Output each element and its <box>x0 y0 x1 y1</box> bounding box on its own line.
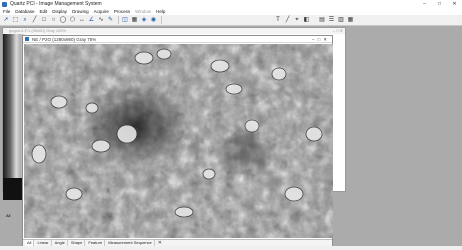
calibrate-icon[interactable]: ◫ <box>121 16 129 24</box>
main-window-titlebar: NE / P2O (1280x960) Gray 75% <box>23 36 332 43</box>
pointer-icon[interactable]: ⌖ <box>293 16 301 24</box>
main-toolbar: ➚ ⬚ ⌕ ╱ □ ○ ◯ ⬠ ↔ ∠ ∿ ✎ ◫ ▦ ◈ ◉ T ╱ ⌖ ◧ … <box>0 15 462 26</box>
select-icon[interactable]: ⬚ <box>12 16 20 24</box>
menu-database[interactable]: Database <box>15 9 34 14</box>
arrow-icon[interactable]: ➚ <box>2 16 10 24</box>
menu-display[interactable]: Display <box>52 9 67 14</box>
close-button[interactable]: ✕ <box>447 0 462 8</box>
menu-window[interactable]: Window <box>135 9 151 14</box>
menu-file[interactable]: File <box>3 9 10 14</box>
toolbar-divider <box>118 16 119 24</box>
window-controls: – □ ✕ <box>417 0 462 8</box>
minimize-button[interactable]: – <box>417 0 432 8</box>
text-icon[interactable]: T <box>274 16 282 24</box>
document-icon <box>25 37 29 41</box>
stats-icon[interactable]: ◈ <box>140 16 148 24</box>
angle-icon[interactable]: ∠ <box>88 16 96 24</box>
background-window-title: gogoro1.P.1 (00x00) Gray 100% <box>3 28 345 34</box>
count-icon[interactable]: ◉ <box>150 16 158 24</box>
rect-icon[interactable]: □ <box>40 16 48 24</box>
menu-acquire[interactable]: Acquire <box>94 9 109 14</box>
app-icon <box>2 1 7 7</box>
ellipse-icon[interactable]: ◯ <box>59 16 67 24</box>
line-icon[interactable]: ╱ <box>31 16 39 24</box>
menu-drawing[interactable]: Drawing <box>72 9 89 14</box>
app-titlebar: Quartz PCI - Image Management System – □… <box>0 0 462 8</box>
status-bar <box>0 246 462 250</box>
menu-bar: File Database Edit Display Drawing Acqui… <box>0 8 462 15</box>
background-tab-all[interactable]: All <box>6 213 10 218</box>
zoom-icon[interactable]: ⌕ <box>21 16 29 24</box>
freehand-icon[interactable]: ∿ <box>97 16 105 24</box>
menu-help[interactable]: Help <box>156 9 165 14</box>
menu-process[interactable]: Process <box>114 9 130 14</box>
panel-icon[interactable]: ◧ <box>303 16 311 24</box>
pen-icon[interactable]: ✎ <box>107 16 115 24</box>
micrograph-texture <box>24 44 333 238</box>
grid2-icon[interactable]: ▦ <box>347 16 355 24</box>
main-window-controls[interactable]: –□✕ <box>312 36 330 43</box>
polygon-icon[interactable]: ⬠ <box>69 16 77 24</box>
slash-icon[interactable]: ╱ <box>284 16 292 24</box>
table-icon[interactable]: ▤ <box>318 16 326 24</box>
maximize-button[interactable]: □ <box>432 0 447 8</box>
circle-icon[interactable]: ○ <box>50 16 58 24</box>
list-icon[interactable]: ☰ <box>328 16 336 24</box>
toolbar-divider <box>161 16 162 24</box>
grid-icon[interactable]: ▦ <box>131 16 139 24</box>
app-title: Quartz PCI - Image Management System <box>10 1 102 7</box>
measurement-tabbar: All Linear Angle Shape Feature Measureme… <box>23 239 332 246</box>
settings-icon[interactable]: ▥ <box>337 16 345 24</box>
sem-micrograph[interactable] <box>24 44 333 238</box>
main-image-window[interactable]: NE / P2O (1280x960) Gray 75% –□✕ All Lin… <box>22 35 333 246</box>
menu-edit[interactable]: Edit <box>40 9 48 14</box>
background-window-controls[interactable]: – □ ✕ <box>333 28 343 34</box>
main-window-title: NE / P2O (1280x960) Gray 75% <box>32 36 97 42</box>
measure-icon[interactable]: ↔ <box>78 16 86 24</box>
